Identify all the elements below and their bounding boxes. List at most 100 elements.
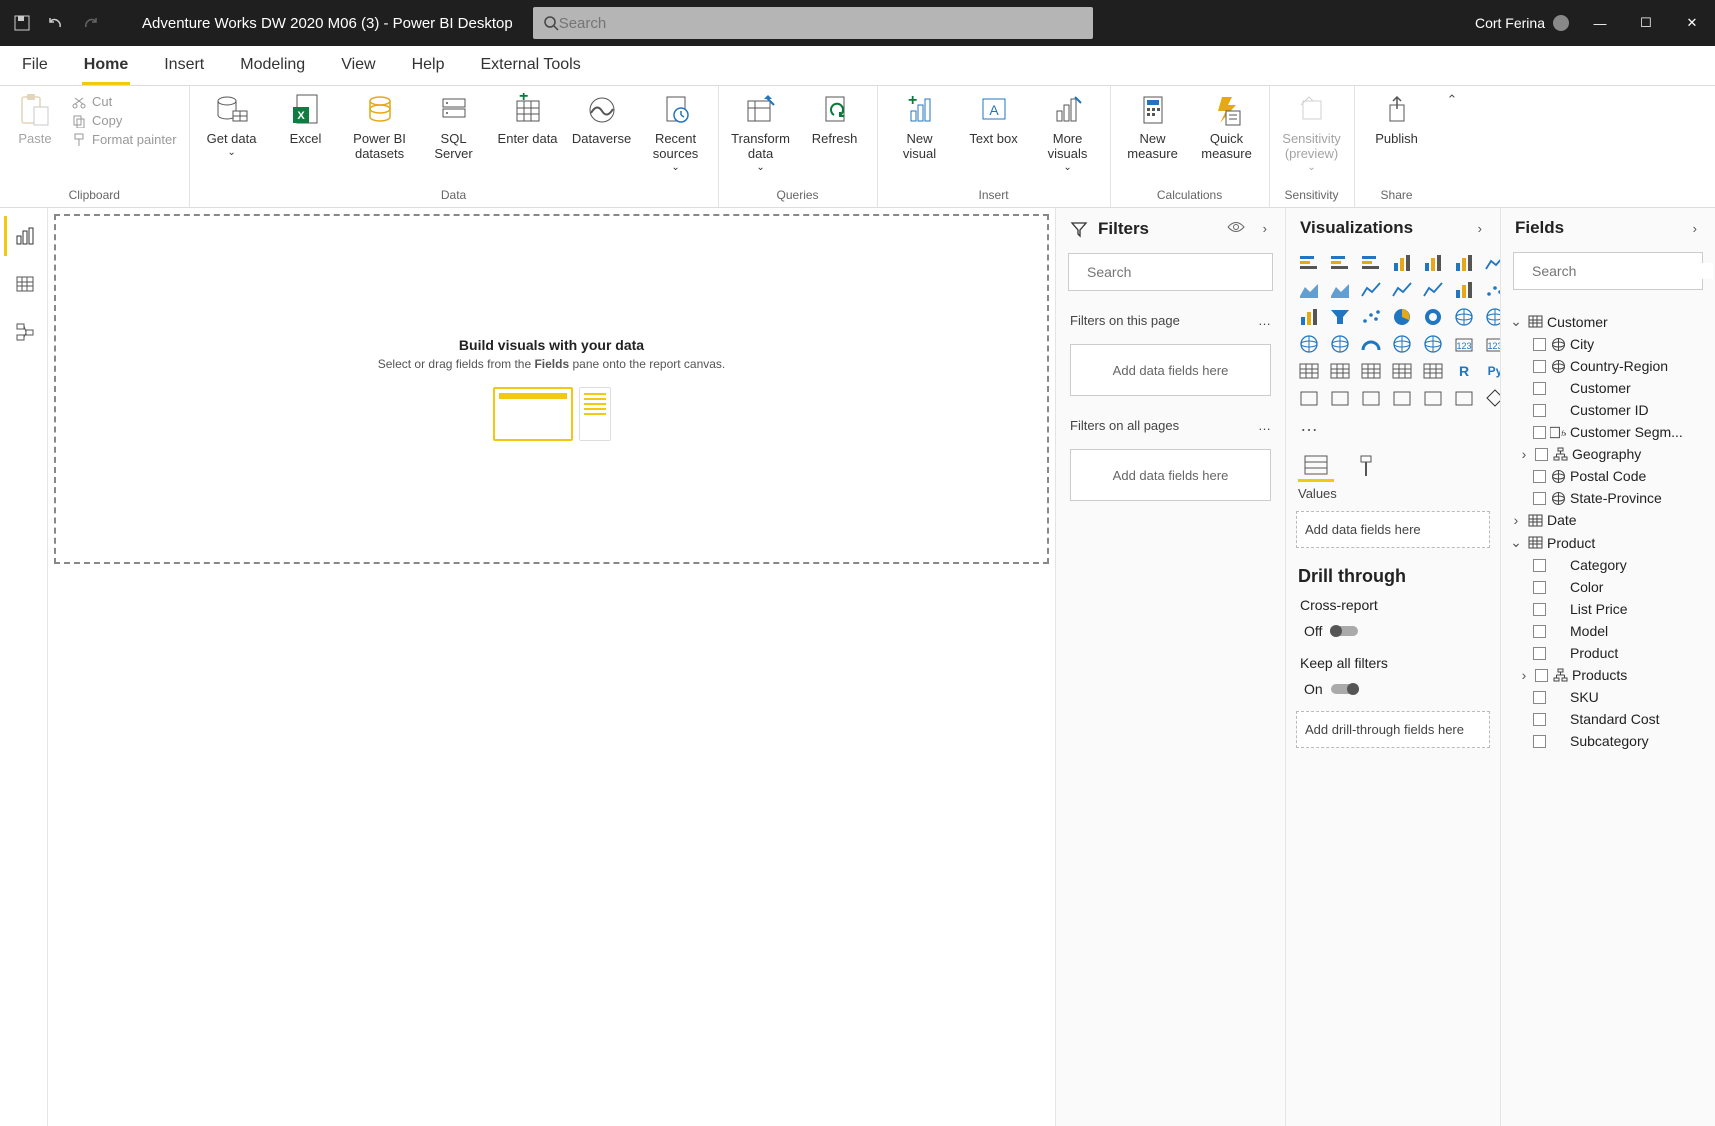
cross-report-toggle[interactable]: Off [1286,617,1500,649]
values-dropwell[interactable]: Add data fields here [1296,511,1490,548]
maximize-button[interactable]: ☐ [1623,0,1669,46]
viz-smart-narrative-icon[interactable] [1389,387,1415,409]
more-visuals-button[interactable]: More visuals ⌄ [1038,92,1098,173]
report-canvas-area[interactable]: Build visuals with your data Select or d… [48,208,1055,1126]
table-customer[interactable]: ⌄Customer [1505,310,1711,333]
checkbox[interactable] [1535,669,1548,682]
viz-donut-icon[interactable] [1420,306,1446,328]
viz-ribbon-icon[interactable] [1420,279,1446,301]
more-icon[interactable]: … [1258,418,1271,433]
viz-paginated-icon[interactable] [1420,387,1446,409]
checkbox[interactable] [1533,735,1546,748]
collapse-icon[interactable]: › [1689,219,1701,238]
model-view-button[interactable] [4,312,44,352]
viz-scatter2-icon[interactable] [1358,306,1384,328]
field-country-region[interactable]: Country-Region [1505,355,1711,377]
collapse-icon[interactable]: › [1474,219,1486,238]
filters-page-dropwell[interactable]: Add data fields here [1070,344,1271,396]
viz-more-icon[interactable]: … [1296,414,1322,436]
checkbox[interactable] [1533,426,1546,439]
field-state-province[interactable]: State-Province [1505,487,1711,509]
fields-well-tab[interactable] [1298,454,1334,482]
filters-search-input[interactable] [1087,264,1268,280]
transform-data-button[interactable]: Transform data ⌄ [731,92,791,173]
viz-stacked-bar-icon[interactable] [1296,252,1322,274]
ribbon-collapse-icon[interactable]: ⌃ [1439,86,1466,108]
viz-line-stacked-icon[interactable] [1389,279,1415,301]
checkbox[interactable] [1533,625,1546,638]
get-data-button[interactable]: Get data ⌄ [202,92,262,158]
more-icon[interactable]: … [1258,313,1271,328]
publish-button[interactable]: Publish [1367,92,1427,147]
table-product[interactable]: ⌄Product [1505,531,1711,554]
save-icon[interactable] [10,11,34,35]
new-visual-button[interactable]: +New visual [890,92,950,162]
viz-column-icon[interactable] [1296,306,1322,328]
menu-insert[interactable]: Insert [162,48,206,85]
field-customer[interactable]: Customer [1505,377,1711,399]
viz-table2-icon[interactable] [1389,360,1415,382]
menu-help[interactable]: Help [410,48,447,85]
keep-filters-toggle[interactable]: On [1286,675,1500,707]
checkbox[interactable] [1533,691,1546,704]
viz-filled-map-icon[interactable] [1296,333,1322,355]
dataverse-button[interactable]: Dataverse [572,92,632,147]
checkbox[interactable] [1533,404,1546,417]
viz-line-clustered-icon[interactable] [1358,279,1384,301]
menu-file[interactable]: File [20,48,50,85]
text-box-button[interactable]: AText box [964,92,1024,147]
viz-clustered-bar-icon[interactable] [1327,252,1353,274]
menu-home[interactable]: Home [82,48,130,85]
viz-treemap-icon[interactable] [1451,306,1477,328]
table-date[interactable]: ›Date [1505,509,1711,531]
viz-gauge-icon[interactable] [1358,333,1384,355]
viz-waterfall-icon[interactable] [1451,279,1477,301]
viz-stacked-column-icon[interactable] [1420,252,1446,274]
field-postal-code[interactable]: Postal Code [1505,465,1711,487]
viz-matrix-icon[interactable] [1327,360,1353,382]
field-product[interactable]: Product [1505,642,1711,664]
collapse-icon[interactable]: › [1259,219,1271,238]
viz-arcgis-icon[interactable] [1420,333,1446,355]
excel-button[interactable]: XExcel [276,92,336,147]
new-measure-button[interactable]: New measure [1123,92,1183,162]
enter-data-button[interactable]: +Enter data [498,92,558,147]
viz-clustered-column-icon[interactable] [1389,252,1415,274]
viz-table-icon[interactable] [1296,360,1322,382]
checkbox[interactable] [1533,360,1546,373]
viz-stacked-area-icon[interactable] [1327,279,1353,301]
menu-view[interactable]: View [339,48,377,85]
recent-sources-button[interactable]: Recent sources ⌄ [646,92,706,173]
fields-search-input[interactable] [1532,263,1713,279]
menu-external-tools[interactable]: External Tools [478,48,582,85]
viz-shape-map-icon[interactable] [1327,333,1353,355]
field-color[interactable]: Color [1505,576,1711,598]
viz-funnel-icon[interactable] [1327,306,1353,328]
checkbox[interactable] [1533,603,1546,616]
checkbox[interactable] [1533,559,1546,572]
checkbox[interactable] [1533,382,1546,395]
global-search[interactable] [533,7,1093,39]
field-city[interactable]: City [1505,333,1711,355]
field-sku[interactable]: SKU [1505,686,1711,708]
format-tab[interactable] [1348,454,1384,482]
field-customer-id[interactable]: Customer ID [1505,399,1711,421]
quick-measure-button[interactable]: Quick measure [1197,92,1257,162]
checkbox[interactable] [1533,470,1546,483]
checkbox[interactable] [1535,448,1548,461]
checkbox[interactable] [1533,492,1546,505]
field-model[interactable]: Model [1505,620,1711,642]
checkbox[interactable] [1533,338,1546,351]
empty-canvas[interactable]: Build visuals with your data Select or d… [54,214,1049,564]
viz-qa-icon[interactable] [1358,387,1384,409]
close-button[interactable]: ✕ [1669,0,1715,46]
fields-search[interactable] [1513,252,1703,290]
viz-power-automate-icon[interactable] [1451,387,1477,409]
redo-icon[interactable] [78,11,102,35]
drill-through-dropwell[interactable]: Add drill-through fields here [1296,711,1490,748]
checkbox[interactable] [1533,713,1546,726]
data-view-button[interactable] [4,264,44,304]
field-geography[interactable]: ›Geography [1505,443,1711,465]
viz-azure-map-icon[interactable] [1389,333,1415,355]
filters-all-dropwell[interactable]: Add data fields here [1070,449,1271,501]
